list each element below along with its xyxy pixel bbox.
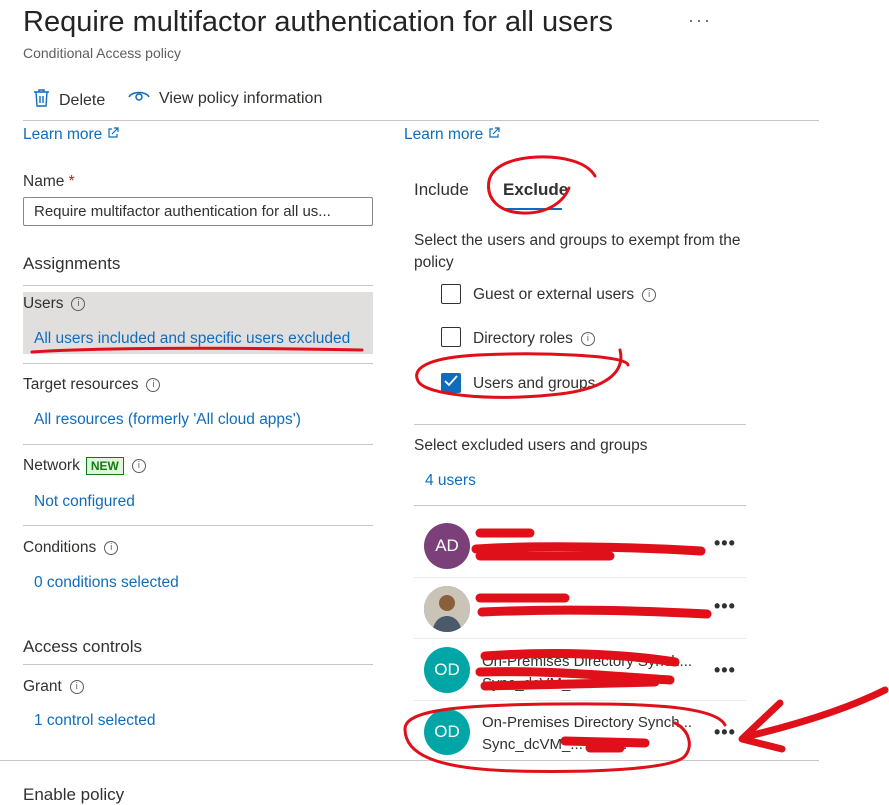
guest-external-label: Guest or external users i: [473, 286, 657, 304]
grant-label-text: Grant: [23, 678, 62, 695]
policy-name-input[interactable]: Require multifactor authentication for a…: [23, 197, 373, 226]
user-email: Sync_dcVM_...7d@...: [482, 736, 628, 753]
user-name: On-Premises Directory Synch...: [482, 714, 693, 731]
target-resources-label: Target resources i: [23, 376, 161, 394]
users-groups-checkbox[interactable]: [441, 373, 461, 393]
network-link[interactable]: Not configured: [34, 493, 135, 511]
required-marker: *: [68, 173, 75, 190]
row-more-icon[interactable]: •••: [714, 596, 736, 617]
users-label-text: Users: [23, 295, 64, 312]
info-icon[interactable]: i: [642, 287, 657, 302]
name-label-text: Name: [23, 173, 65, 190]
info-icon[interactable]: i: [146, 377, 161, 392]
page-subtitle: Conditional Access policy: [23, 45, 181, 61]
avatar: [424, 586, 470, 632]
toolbar-divider: [23, 120, 819, 121]
more-options-icon[interactable]: ···: [688, 10, 712, 31]
directory-roles-checkbox[interactable]: [441, 327, 461, 347]
user-photo-icon: [424, 586, 470, 632]
target-resources-link[interactable]: All resources (formerly 'All cloud apps'…: [34, 411, 301, 429]
select-excluded-label: Select excluded users and groups: [414, 437, 648, 454]
row-more-icon[interactable]: •••: [714, 722, 736, 743]
grant-link[interactable]: 1 control selected: [34, 712, 156, 730]
row-more-icon[interactable]: •••: [714, 660, 736, 681]
conditions-label: Conditions i: [23, 539, 119, 557]
eye-icon: [128, 88, 150, 109]
delete-label: Delete: [59, 91, 106, 109]
delete-button[interactable]: Delete: [33, 88, 105, 113]
name-label: Name *: [23, 173, 75, 191]
tab-include[interactable]: Include: [414, 180, 469, 200]
network-divider: [23, 525, 373, 526]
access-controls-divider: [23, 664, 373, 665]
user-email: Sync_dcVM_...: [482, 675, 583, 692]
info-icon[interactable]: i: [69, 679, 84, 694]
guest-external-label-text: Guest or external users: [473, 286, 635, 303]
info-icon[interactable]: i: [580, 331, 595, 346]
view-info-label: View policy information: [159, 89, 323, 107]
list-item[interactable]: OD On-Premises Directory Synch... Sync_d…: [414, 642, 746, 698]
avatar: AD: [424, 523, 470, 569]
external-link-icon: [488, 126, 500, 143]
avatar: OD: [424, 709, 470, 755]
enable-policy-label: Enable policy: [23, 785, 125, 804]
assignments-heading: Assignments: [23, 254, 121, 273]
users-list-divider: [414, 505, 746, 506]
info-icon[interactable]: i: [71, 296, 86, 311]
learn-more-link-left[interactable]: Learn more: [23, 126, 119, 144]
users-count-link[interactable]: 4 users: [425, 472, 476, 490]
row-divider: [414, 577, 746, 578]
assignments-divider: [23, 285, 373, 286]
guest-external-checkbox[interactable]: [441, 284, 461, 304]
row-divider: [414, 700, 746, 701]
trash-icon: [33, 88, 50, 113]
avatar: OD: [424, 647, 470, 693]
conditions-label-text: Conditions: [23, 539, 97, 556]
arrow-head-mark: [738, 699, 786, 753]
list-item[interactable]: •••: [414, 580, 746, 640]
learn-more-label: Learn more: [404, 126, 484, 143]
conditions-link[interactable]: 0 conditions selected: [34, 574, 179, 592]
page-title: Require multifactor authentication for a…: [23, 6, 613, 38]
footer-divider: [0, 760, 819, 761]
learn-more-label: Learn more: [23, 126, 103, 143]
target-resources-label-text: Target resources: [23, 376, 139, 393]
users-groups-label: Users and groups: [473, 375, 596, 392]
external-link-icon: [107, 126, 119, 143]
list-item[interactable]: AD •••: [414, 515, 746, 575]
users-divider: [23, 363, 373, 364]
row-more-icon[interactable]: •••: [714, 533, 736, 554]
info-icon[interactable]: i: [131, 459, 146, 473]
access-controls-heading: Access controls: [23, 637, 143, 656]
users-label: Users i: [23, 295, 86, 313]
learn-more-link-right[interactable]: Learn more: [404, 126, 500, 144]
network-label: Network NEW i: [23, 457, 146, 475]
view-policy-info-button[interactable]: View policy information: [128, 88, 322, 109]
tab-exclude[interactable]: Exclude: [503, 180, 568, 200]
directory-roles-label: Directory roles i: [473, 330, 595, 348]
arrow-shaft-mark: [741, 686, 889, 741]
grant-label: Grant i: [23, 678, 84, 696]
user-name: On-Premises Directory Synch...: [482, 653, 693, 670]
users-assignment-link[interactable]: All users included and specific users ex…: [34, 330, 350, 348]
network-label-text: Network: [23, 457, 80, 475]
active-tab-indicator: [502, 208, 562, 210]
options-divider: [414, 424, 746, 425]
checkmark-icon: [444, 374, 458, 392]
list-item[interactable]: OD On-Premises Directory Synch... Sync_d…: [414, 704, 746, 760]
exclude-description: Select the users and groups to exempt fr…: [414, 232, 741, 271]
row-divider: [414, 638, 746, 639]
new-badge: NEW: [85, 457, 124, 475]
info-icon[interactable]: i: [104, 540, 119, 555]
target-divider: [23, 444, 373, 445]
directory-roles-label-text: Directory roles: [473, 330, 573, 347]
